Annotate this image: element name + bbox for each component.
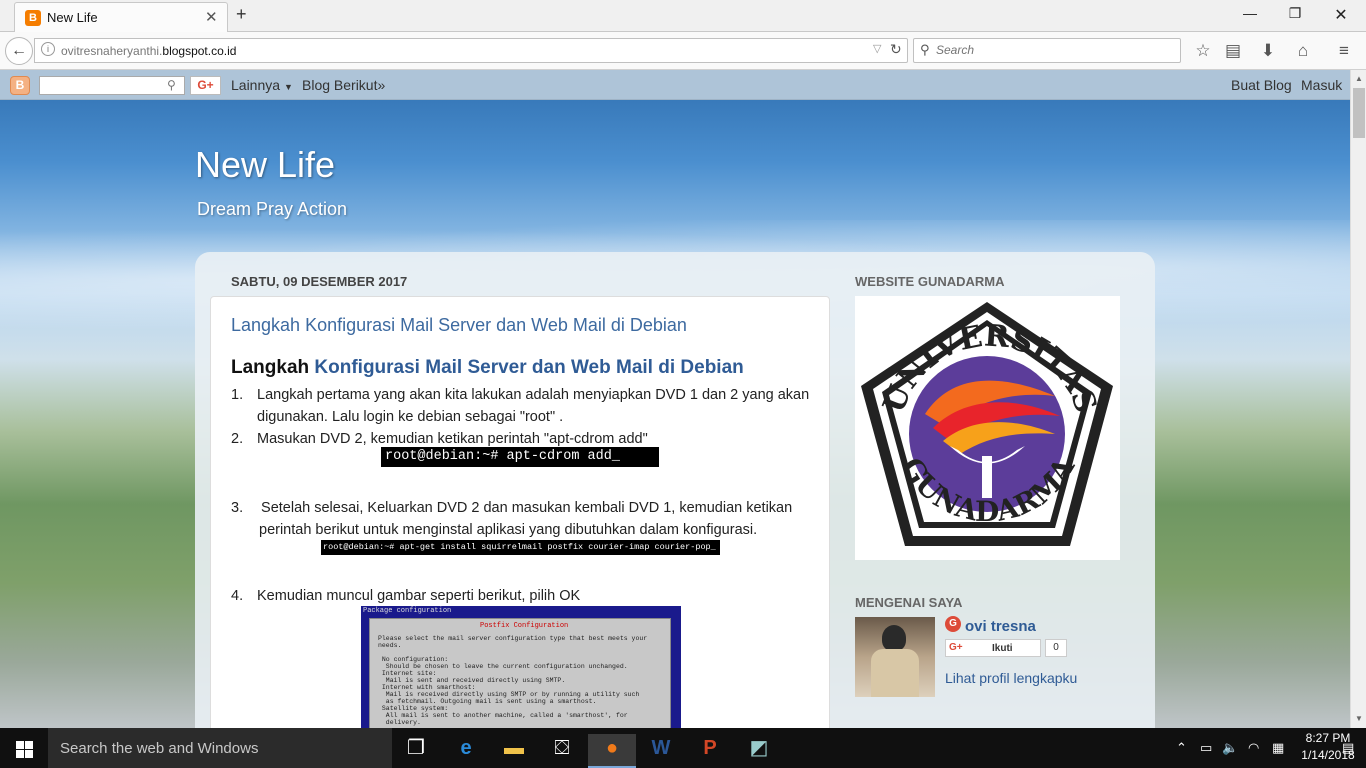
blogger-navbar: B ⚲ G+ Lainnya ▼ Blog Berikut» Buat Blog… <box>0 70 1350 100</box>
scroll-up-icon[interactable]: ▲ <box>1355 74 1363 83</box>
next-blog-link[interactable]: Blog Berikut» <box>302 77 385 93</box>
site-info-icon[interactable]: i <box>41 42 55 56</box>
list-item: 1. Langkah pertama yang akan kita lakukan… <box>231 387 810 425</box>
blogger-favicon-icon: B <box>25 10 41 26</box>
search-icon: ⚲ <box>920 42 930 57</box>
post-heading: Langkah Konfigurasi Mail Server dan Web … <box>231 357 744 378</box>
view-profile-link[interactable]: Lihat profil lengkapku <box>945 670 1077 686</box>
screenshot-body-text: Please select the mail server configurat… <box>378 635 648 726</box>
post-date: SABTU, 09 DESEMBER 2017 <box>231 274 408 289</box>
postfix-screenshot[interactable]: Package configuration Postfix Configurat… <box>361 606 681 728</box>
battery-icon[interactable]: ▭ <box>1200 740 1212 756</box>
bookmark-star-icon[interactable]: ☆ <box>1192 41 1214 61</box>
browser-tab[interactable]: B New Life ✕ <box>14 2 228 32</box>
follow-label: Ikuti <box>992 643 1013 654</box>
download-icon[interactable]: ⬇ <box>1257 41 1279 61</box>
author-avatar[interactable] <box>855 617 935 697</box>
file-explorer-icon[interactable]: ▬ <box>490 734 538 768</box>
follow-button[interactable]: G+ Ikuti <box>945 639 1041 657</box>
page-viewport: B ⚲ G+ Lainnya ▼ Blog Berikut» Buat Blog… <box>0 70 1350 728</box>
reading-list-icon[interactable]: ▤ <box>1222 41 1244 61</box>
screenshot-header: Package configuration <box>363 607 452 615</box>
wifi-icon[interactable]: ◠ <box>1248 740 1259 756</box>
content-outer: SABTU, 09 DESEMBER 2017 Langkah Konfigur… <box>195 252 1155 728</box>
tab-title: New Life <box>47 10 98 25</box>
avatar-body <box>871 649 919 697</box>
store-icon[interactable]: ⛋ <box>538 734 586 768</box>
edge-icon[interactable]: e <box>442 734 490 768</box>
author-name[interactable]: ovi tresna <box>965 618 1036 635</box>
keyboard-icon[interactable]: ▦ <box>1272 740 1284 756</box>
new-tab-icon[interactable]: + <box>236 4 247 25</box>
sign-in-link[interactable]: Masuk <box>1301 77 1342 93</box>
start-button[interactable] <box>0 728 48 768</box>
scroll-down-icon[interactable]: ▼ <box>1355 714 1363 723</box>
taskbar-search-text: Search the web and Windows <box>60 740 259 757</box>
browser-search-box[interactable]: ⚲ <box>913 38 1181 63</box>
browser-titlebar: B New Life ✕ + — ❐ ✕ <box>0 0 1366 32</box>
create-blog-link[interactable]: Buat Blog <box>1231 77 1292 93</box>
word-icon[interactable]: W <box>637 734 685 768</box>
menu-icon[interactable]: ≡ <box>1333 41 1355 61</box>
gunadarma-logo[interactable]: UNIVERSITAS GUNADARMA <box>855 296 1120 560</box>
page-scrollbar[interactable]: ▲ ▼ <box>1350 70 1366 728</box>
restore-icon[interactable]: ❐ <box>1285 5 1305 22</box>
follow-count: 0 <box>1045 639 1067 657</box>
notifications-icon[interactable]: ▤ <box>1342 740 1354 756</box>
browser-search-input[interactable] <box>936 43 1166 57</box>
close-tab-icon[interactable]: ✕ <box>205 8 218 26</box>
post-title[interactable]: Langkah Konfigurasi Mail Server dan Web … <box>231 315 687 336</box>
reload-icon[interactable]: ↻ <box>890 41 902 58</box>
terminal-command: root@debian:~# apt-cdrom add_ <box>381 447 659 467</box>
minimize-icon[interactable]: — <box>1240 5 1260 21</box>
list-item: 3. Setelah selesai, Keluarkan DVD 2 dan … <box>231 500 793 538</box>
screenshot-dialog: Postfix Configuration Please select the … <box>369 618 671 728</box>
scroll-thumb[interactable] <box>1353 88 1365 138</box>
powerpoint-icon[interactable]: P <box>686 734 734 768</box>
blog-description: Dream Pray Action <box>197 199 348 219</box>
list-item: 4. Kemudian muncul gambar seperti berikut… <box>231 588 581 604</box>
more-menu[interactable]: Lainnya ▼ <box>231 77 293 93</box>
url-text[interactable]: ovitresnaheryanthi.blogspot.co.id <box>61 44 236 58</box>
close-window-icon[interactable]: ✕ <box>1331 5 1351 25</box>
address-bar[interactable]: i ovitresnaheryanthi.blogspot.co.id ▽ ↻ <box>34 38 908 63</box>
browser-navbar: ← i ovitresnaheryanthi.blogspot.co.id ▽ … <box>0 32 1366 70</box>
tray-chevron-icon[interactable]: ⌃ <box>1176 740 1187 756</box>
blog-title[interactable]: New Life <box>195 144 335 186</box>
app-icon[interactable]: ◩ <box>735 734 783 768</box>
avatar-head <box>882 625 906 651</box>
taskbar-search[interactable]: Search the web and Windows <box>48 728 392 768</box>
firefox-icon[interactable]: ● <box>588 734 636 768</box>
blogger-logo-icon[interactable]: B <box>10 76 30 95</box>
windows-taskbar: Search the web and Windows ❐ e ▬ ⛋ ● W P… <box>0 728 1366 768</box>
chevron-down-icon: ▼ <box>283 82 293 92</box>
screenshot-dialog-title: Postfix Configuration <box>480 622 569 630</box>
terminal-command: root@debian:~# apt-get install squirrelm… <box>321 540 720 555</box>
back-button[interactable]: ← <box>5 37 33 65</box>
post-body: Langkah Konfigurasi Mail Server dan Web … <box>210 296 830 728</box>
about-heading: MENGENAI SAYA <box>855 595 963 610</box>
gplus-icon: G+ <box>949 642 963 653</box>
blogger-search-input[interactable]: ⚲ <box>39 76 185 95</box>
website-heading: WEBSITE GUNADARMA <box>855 274 1005 289</box>
volume-icon[interactable]: 🔈 <box>1222 740 1238 756</box>
task-view-icon[interactable]: ❐ <box>392 734 440 768</box>
home-icon[interactable]: ⌂ <box>1292 41 1314 61</box>
gplus-button[interactable]: G+ <box>190 76 221 95</box>
url-dropdown-icon[interactable]: ▽ <box>873 42 881 55</box>
search-icon[interactable]: ⚲ <box>167 78 176 92</box>
gplus-icon: G <box>945 616 961 632</box>
